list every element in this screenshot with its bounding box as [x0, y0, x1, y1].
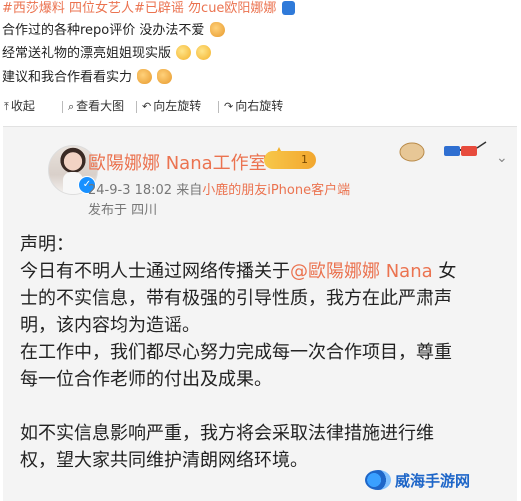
rotate-right-label: 向右旋转 — [235, 99, 284, 113]
rotate-right-icon: ↷ — [224, 100, 234, 113]
rotate-left-label: 向左旋转 — [153, 99, 202, 113]
post-line: 每一位合作老师的付出及成果。 — [20, 369, 272, 390]
vip-level-badge[interactable]: 1 — [264, 151, 316, 169]
chevron-down-icon[interactable]: ⌄ — [496, 150, 508, 166]
info-emoji-icon — [281, 1, 295, 15]
feed-line-4: 建议和我合作看看实力 — [2, 69, 173, 87]
rotate-left-button[interactable]: ↶ 向左旋转 — [142, 97, 201, 114]
rotate-left-icon: ↶ — [142, 100, 152, 113]
post-line: 如不实信息影响严重，我方将会采取法律措施进行维 — [20, 423, 434, 444]
toolbar-divider — [218, 101, 219, 113]
collapse-label: 收起 — [10, 99, 35, 113]
feed-header: #西莎爆料 四位女艺人#已辟谣 勿cue欧阳娜娜 合作过的各种repo评价 没办… — [0, 0, 521, 122]
view-large-button[interactable]: ⌕ 查看大图 — [68, 97, 124, 114]
post-line: 今日有不明人士通过网络传播关于@歐陽娜娜 Nana 女 — [20, 258, 515, 285]
rotate-right-button[interactable]: ↷ 向右旋转 — [224, 97, 283, 114]
post-timestamp[interactable]: 24-9-3 18:02 — [88, 183, 172, 198]
hashtag-text[interactable]: #西莎爆料 四位女艺人#已辟谣 勿cue欧阳娜娜 — [2, 1, 276, 16]
post-author[interactable]: 歐陽娜娜 Nana工作室 — [88, 149, 267, 175]
toolbar-divider — [62, 101, 63, 113]
feed-line-3-text: 经常送礼物的漂亮姐姐现实版 — [2, 46, 172, 61]
watermark-text: 威海手游网 — [395, 472, 471, 490]
post-spacer — [20, 393, 515, 420]
post-line: 明，该内容均为造谣。 — [20, 315, 200, 336]
toolbar-divider — [136, 101, 137, 113]
feed-line-2-text: 合作过的各种repo评价 没办法不爱 — [2, 23, 205, 38]
cat-emoji-icon — [196, 45, 212, 60]
post-location: 发布于 四川 — [88, 203, 158, 218]
decoration-glasses-icon — [399, 141, 487, 162]
feed-line-2: 合作过的各种repo评价 没办法不爱 — [2, 22, 225, 40]
collapse-icon: ⤒ — [4, 100, 9, 113]
post-line: 士的不实信息，带有极强的引导性质，我方在此严肃声 — [20, 288, 452, 309]
feed-line-3: 经常送礼物的漂亮姐姐现实版 — [2, 45, 212, 63]
feed-line-tags: #西莎爆料 四位女艺人#已辟谣 勿cue欧阳娜娜 — [2, 0, 295, 18]
post-source-client[interactable]: 小鹿的朋友iPhone客户端 — [202, 183, 350, 198]
smile-emoji-icon — [176, 45, 192, 60]
post-line-text: 女 — [438, 261, 457, 282]
post-source-prefix: 来自 — [176, 183, 203, 198]
watermark-logo-icon — [365, 470, 391, 490]
view-large-label: 查看大图 — [76, 99, 125, 113]
collapse-button[interactable]: ⤒ 收起 — [4, 97, 35, 114]
site-watermark: 威海手游网 — [365, 470, 515, 498]
clap-emoji-icon — [137, 69, 153, 84]
post-line: 在工作中，我们都尽心努力完成每一次合作项目，尊重 — [20, 342, 452, 363]
post-line: 声明： — [20, 234, 74, 255]
image-toolbar: ⤒ 收起 ⌕ 查看大图 ↶ 向左旋转 ↷ 向右旋转 — [0, 95, 521, 119]
view-large-icon: ⌕ — [68, 100, 75, 113]
feed-line-4-text: 建议和我合作看看实力 — [2, 70, 133, 85]
mention-link[interactable]: @歐陽娜娜 Nana — [290, 261, 433, 282]
post-line-text: 今日有不明人士通过网络传播关于 — [20, 261, 290, 282]
hands-emoji-icon — [209, 22, 225, 37]
post-body: 声明： 今日有不明人士通过网络传播关于@歐陽娜娜 Nana 女 士的不实信息，带… — [20, 231, 515, 474]
post-meta: 24-9-3 18:02 来自小鹿的朋友iPhone客户端 — [88, 179, 350, 198]
muscle-emoji-icon — [157, 69, 173, 84]
